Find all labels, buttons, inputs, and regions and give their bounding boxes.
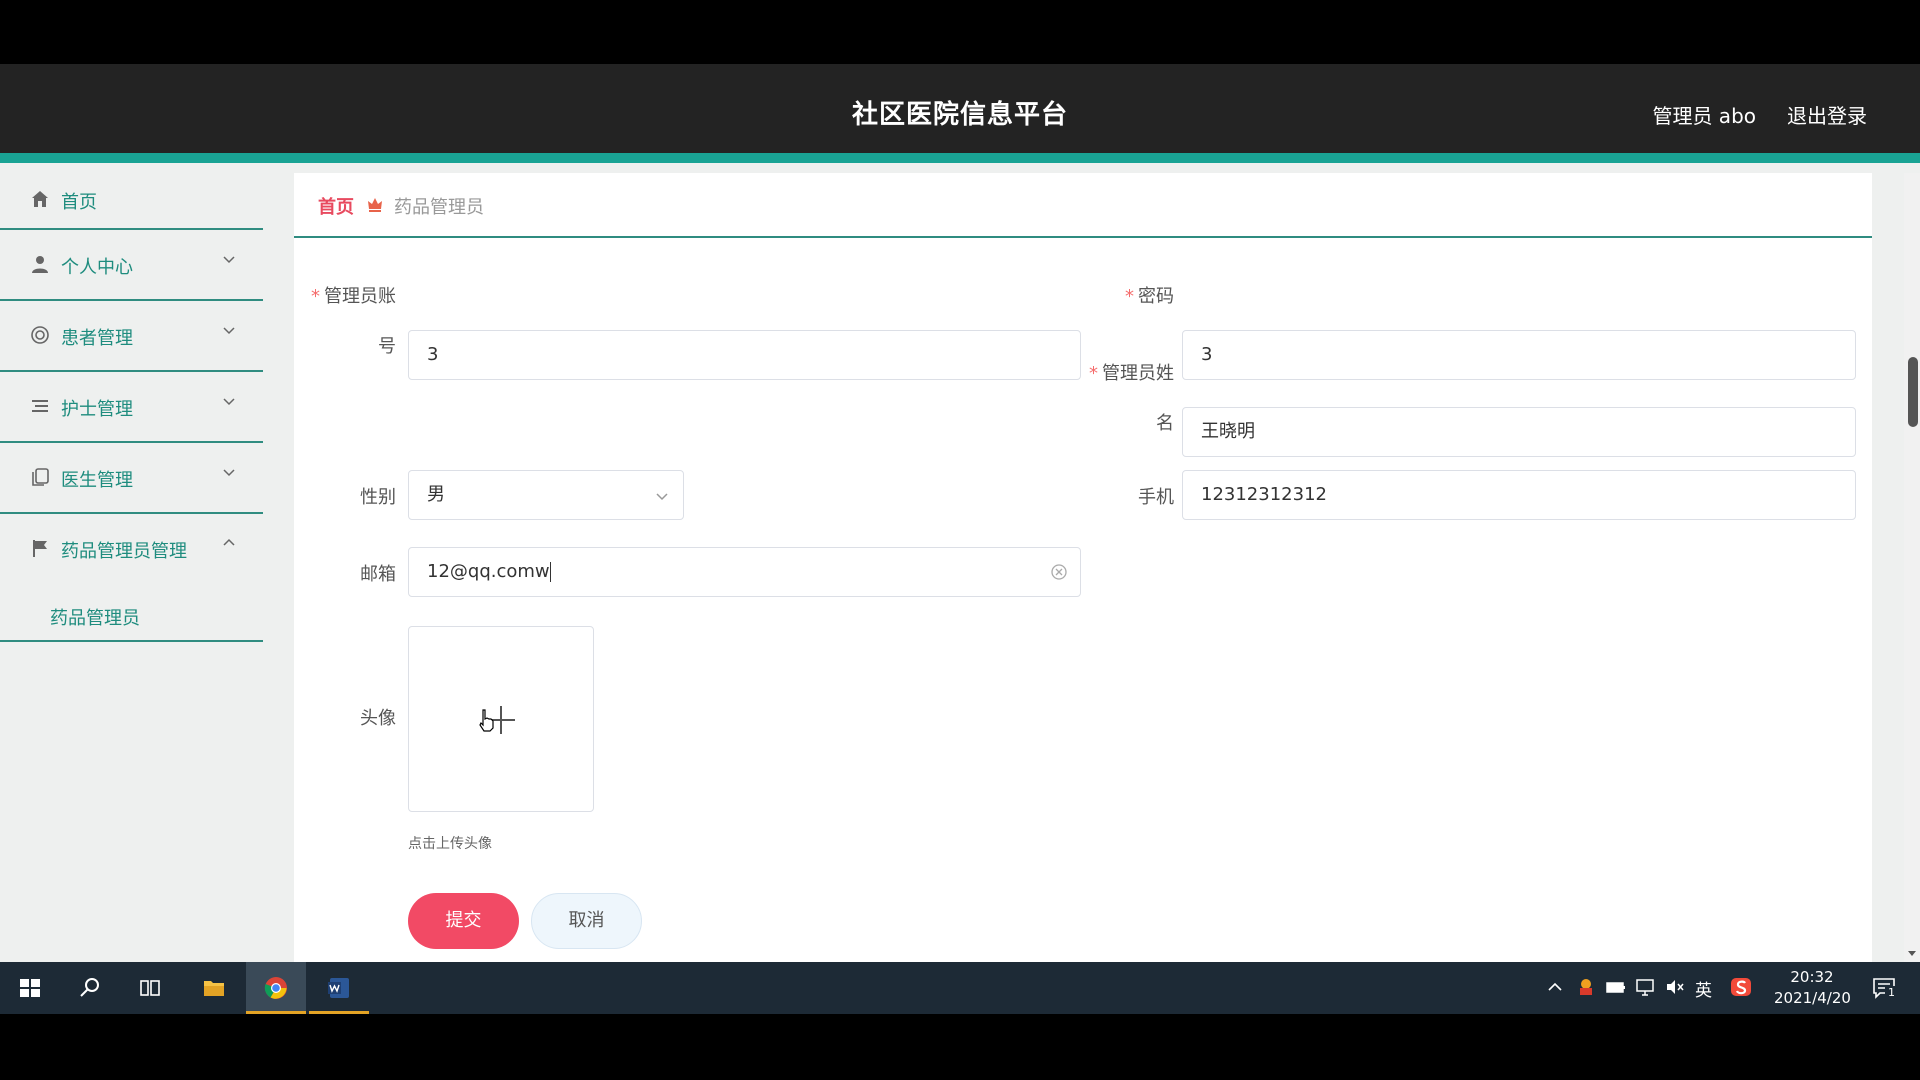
name-label-text: 管理员姓 [1102, 363, 1174, 384]
email-input-value: 12@qq.comw [427, 561, 550, 582]
sidebar-item-label: 药品管理员管理 [61, 541, 187, 562]
required-mark: * [311, 286, 320, 307]
clear-icon[interactable] [1050, 563, 1068, 581]
email-input[interactable]: 12@qq.comw [408, 547, 1081, 597]
sidebar-item-label: 患者管理 [61, 328, 133, 349]
chevron-down-icon [223, 469, 235, 477]
taskbar-clock[interactable]: 20:32 2021/4/20 [1774, 967, 1851, 1009]
sidebar-subitem-pharmacy-admin[interactable]: 药品管理员 [0, 585, 263, 642]
home-icon [32, 191, 48, 207]
notification-count: 1 [1885, 986, 1898, 1000]
password-input[interactable]: 3 [1182, 330, 1856, 380]
required-mark: * [1125, 286, 1134, 307]
notification-center-button[interactable]: 1 [1872, 976, 1898, 1000]
sidebar-subitem-label: 药品管理员 [50, 608, 140, 629]
breadcrumb-current: 药品管理员 [394, 197, 484, 218]
cancel-button[interactable]: 取消 [531, 893, 642, 949]
sidebar-item-pharmacy-admin-mgmt[interactable]: 药品管理员管理 [0, 514, 263, 585]
file-explorer-button[interactable] [184, 962, 244, 1014]
taskbar-time: 20:32 [1790, 968, 1834, 986]
chrome-button[interactable] [246, 962, 306, 1014]
account-label-text: 管理员账 [324, 286, 396, 307]
avatar-label: 头像 [360, 708, 396, 729]
email-label: 邮箱 [360, 564, 396, 585]
sidebar-item-doctors[interactable]: 医生管理 [0, 443, 263, 514]
battery-icon[interactable] [1605, 976, 1627, 998]
scrollbar-thumb[interactable] [1908, 357, 1918, 427]
task-view-button[interactable] [120, 962, 180, 1014]
copy-icon [32, 468, 49, 486]
search-button[interactable] [60, 962, 120, 1014]
tray-app-icon[interactable] [1575, 976, 1597, 998]
sidebar-item-label: 护士管理 [61, 399, 133, 420]
start-button[interactable] [0, 962, 60, 1014]
phone-input[interactable]: 12312312312 [1182, 470, 1856, 520]
user-icon [32, 256, 48, 273]
chevron-down-icon [656, 493, 668, 501]
current-user: 管理员 abo [1652, 104, 1756, 128]
account-label: * 管理员账 [306, 285, 396, 309]
windows-taskbar: 英 20:32 2021/4/20 1 [0, 962, 1920, 1014]
gender-select[interactable]: 男 [408, 470, 684, 520]
account-input[interactable]: 3 [408, 330, 1081, 380]
sidebar-item-label: 个人中心 [61, 257, 133, 278]
chevron-down-icon [223, 398, 235, 406]
sidebar-item-patients[interactable]: 患者管理 [0, 301, 263, 372]
screen: 社区医院信息平台 管理员 abo 退出登录 首页 个人中心 患者管理 护士管理 [0, 0, 1920, 1080]
sidebar-item-nurses[interactable]: 护士管理 [0, 372, 263, 443]
plus-icon-vertical [500, 706, 502, 734]
word-icon [328, 978, 349, 998]
sidebar-item-personal-center[interactable]: 个人中心 [0, 230, 263, 301]
name-input[interactable]: 王晓明 [1182, 407, 1856, 457]
taskbar-input-language[interactable]: 英 [1695, 976, 1712, 1001]
hand-cursor-icon [479, 709, 494, 732]
task-view-icon [140, 980, 160, 996]
logout-link[interactable]: 退出登录 [1787, 100, 1867, 129]
required-mark: * [1089, 363, 1098, 384]
avatar-uploader[interactable] [408, 626, 594, 812]
lifebuoy-icon [31, 326, 49, 344]
crown-icon [368, 198, 382, 212]
sogou-tray-icon[interactable] [1730, 976, 1752, 998]
scroll-down-arrow-icon[interactable] [1907, 948, 1917, 958]
chrome-icon [264, 977, 287, 999]
password-label: * 密码 [1074, 285, 1174, 309]
submit-button[interactable]: 提交 [408, 893, 519, 949]
name-label: * 管理员姓 [1044, 362, 1174, 386]
main-content: 首页 药品管理员 * 管理员账 号 3 * 密码 3 * 管理员姓 名 王晓明 性别 [294, 173, 1872, 962]
account-label-wrap: 号 [378, 336, 396, 357]
chevron-down-icon [223, 256, 235, 264]
sidebar: 首页 个人中心 患者管理 护士管理 医生管理 药品管理员管理 药品管理员 [0, 173, 263, 962]
upload-tip: 点击上传头像 [408, 836, 492, 852]
breadcrumb-home[interactable]: 首页 [318, 193, 354, 219]
phone-label: 手机 [1138, 487, 1174, 508]
breadcrumb: 首页 药品管理员 [294, 173, 1872, 238]
chevron-up-icon [223, 538, 235, 546]
tray-expand-icon[interactable] [1544, 976, 1566, 998]
taskbar-date: 2021/4/20 [1774, 989, 1851, 1007]
text-caret [549, 562, 551, 582]
flag-icon [33, 540, 47, 557]
chevron-down-icon [223, 327, 235, 335]
top-header: 社区医院信息平台 管理员 abo 退出登录 [0, 64, 1920, 163]
password-label-text: 密码 [1138, 286, 1174, 307]
windows-logo-icon [20, 979, 40, 997]
volume-muted-icon[interactable] [1664, 976, 1686, 998]
list-icon [32, 400, 48, 412]
word-button[interactable] [309, 962, 369, 1014]
gender-select-value: 男 [427, 484, 445, 505]
search-icon [80, 978, 99, 997]
platform-title: 社区医院信息平台 [851, 100, 1068, 130]
network-icon[interactable] [1634, 976, 1656, 998]
folder-icon [204, 981, 224, 996]
page-scrollbar[interactable] [1904, 173, 1920, 962]
browser-viewport: 社区医院信息平台 管理员 abo 退出登录 首页 个人中心 患者管理 护士管理 [0, 64, 1920, 962]
sidebar-item-label: 首页 [61, 192, 97, 213]
sidebar-item-home[interactable]: 首页 [0, 173, 263, 230]
sidebar-item-label: 医生管理 [61, 470, 133, 491]
name-label-wrap: 名 [1156, 413, 1174, 434]
gender-label: 性别 [360, 487, 396, 508]
